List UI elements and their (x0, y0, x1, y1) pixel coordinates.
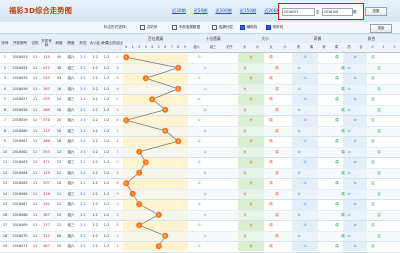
range-unit: 期 (353, 10, 357, 14)
range-separator: 至 (316, 10, 320, 14)
nav-link[interactable]: 近50期 (194, 8, 208, 14)
range-to-input[interactable]: 2016106 (322, 8, 353, 16)
option-label: 带折线 (272, 25, 284, 29)
trend-point-label: 6 (164, 234, 166, 238)
option-layer[interactable]: 遗漏分层 (212, 25, 233, 30)
period-range-box: 2016053 至 2016106 期 (278, 3, 364, 20)
trend-point-label: 8 (177, 139, 179, 143)
option-polyline[interactable]: 带折线 (266, 25, 283, 30)
search-button[interactable]: 搜索 (370, 24, 392, 33)
trend-point-label: 3 (145, 76, 147, 80)
checkbox-icon[interactable] (172, 25, 177, 30)
checkbox-icon[interactable] (266, 25, 271, 30)
option-label: 辅助线 (246, 25, 258, 29)
query-button[interactable]: 查看 (365, 7, 387, 16)
trend-point-label: 8 (177, 87, 179, 91)
trend-point-label: 0 (125, 181, 127, 185)
option-label: 遗漏分层 (218, 25, 233, 29)
trend-point-label: 1 (132, 192, 134, 196)
trend-point-label: 2 (138, 171, 140, 175)
trend-point-label: 2 (138, 223, 140, 227)
trend-point-label: 0 (125, 55, 127, 59)
trend-point-label: 4 (151, 97, 153, 101)
trend-point-label: 5 (158, 244, 160, 248)
option-no-missing[interactable]: 不带遗漏数据 (172, 25, 200, 30)
trend-point-label: 3 (145, 160, 147, 164)
trend-lines: 0 8 3 8 4 6 0 6 8 2 3 2 0 1 2 5 2 6 5 (123, 54, 182, 250)
checkbox-icon[interactable] (212, 25, 217, 30)
range-from-input[interactable]: 2016053 (282, 8, 315, 16)
option-shiji[interactable]: 试机号 (140, 25, 157, 30)
page-title: 福彩3D综合走势图 (9, 6, 73, 15)
option-label: 试机号 (146, 25, 158, 29)
trend-point-label: 2 (138, 150, 140, 154)
trend-point-label: 2 (138, 202, 140, 206)
option-label: 不带遗漏数据 (178, 25, 201, 29)
trend-polyline (124, 56, 180, 247)
options-bar: 标注形式选择： 试机号 不带遗漏数据 遗漏分层 辅助线 带折线 搜索 (0, 22, 400, 34)
trend-point-label: 5 (158, 213, 160, 217)
nav-link[interactable]: 近100期 (215, 8, 231, 14)
nav-link[interactable]: 近30期 (172, 8, 186, 14)
trend-point-label: 0 (125, 118, 127, 122)
nav-link[interactable]: 近150期 (240, 8, 256, 14)
period-nav: 近30期 近50期 近100期 近150期 近200期 (172, 8, 281, 14)
option-guide-line[interactable]: 辅助线 (240, 25, 257, 30)
options-label: 标注形式选择： (104, 25, 130, 29)
trend-point-label: 6 (164, 129, 166, 133)
trend-table: 序号 开奖期号 试机 开奖号码 和值 跨度 形态 大小比 奇偶比 质合比 百位遗… (0, 34, 400, 253)
checkbox-icon[interactable] (240, 25, 245, 30)
checkbox-icon[interactable] (140, 25, 145, 30)
trend-point-label: 6 (164, 108, 166, 112)
header-bar: 福彩3D综合走势图 近30期 近50期 近100期 近150期 近200期 20… (0, 0, 400, 23)
trend-point-label: 8 (177, 66, 179, 70)
